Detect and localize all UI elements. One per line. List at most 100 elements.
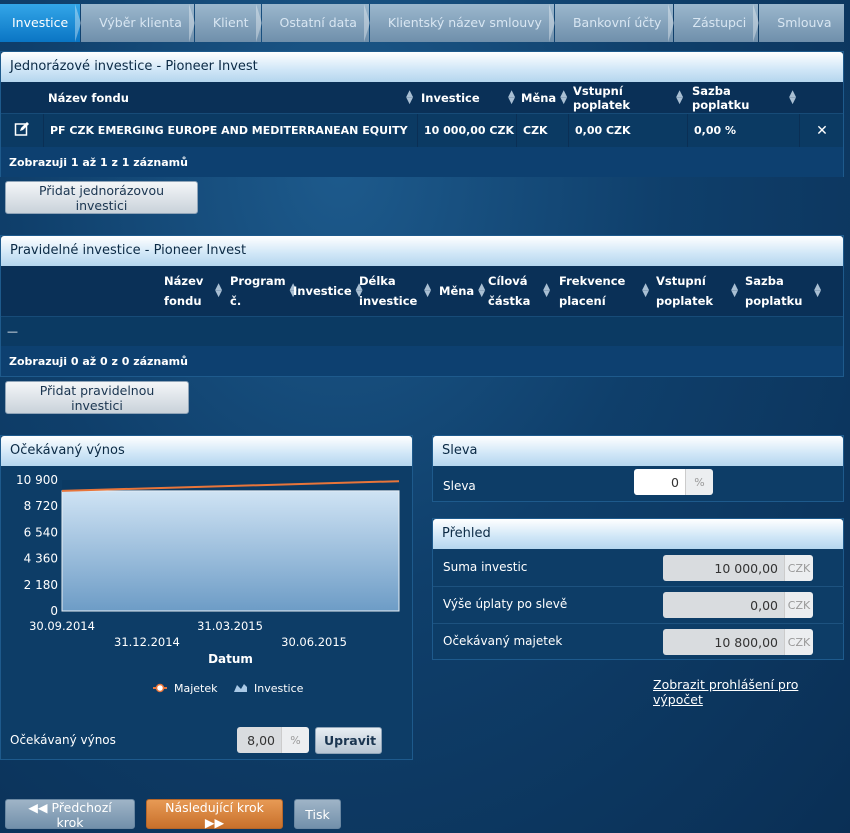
y-tick-label: 2 180	[24, 578, 58, 592]
col-currency[interactable]: Měna ▲ ▼	[521, 82, 567, 113]
overview-label: Očekávaný majetek	[443, 634, 563, 648]
tab-vyber-klienta[interactable]: Výběr klienta	[81, 4, 195, 42]
empty-cell: —	[7, 325, 18, 338]
panel-title: Sleva	[433, 436, 843, 466]
table-header: Název fondu ▲ ▼ Program č. ▲ ▼ Investice ▲ ▼ Dél…	[1, 266, 843, 316]
col-program[interactable]: Program č. ▲ ▼	[230, 266, 297, 316]
single-investments-panel: Jednorázové investice - Pioneer Invest N…	[0, 51, 844, 177]
tab-klient[interactable]: Klient	[194, 4, 262, 42]
legend-investice-swatch	[234, 684, 247, 692]
sort-icon: ▲ ▼	[560, 88, 568, 106]
tab-bankovni-ucty[interactable]: Bankovní účty	[554, 4, 675, 42]
delete-cell: ✕	[800, 114, 844, 147]
previous-step-button[interactable]: ◀◀ Předchozí krok	[5, 799, 135, 830]
overview-label: Suma investic	[443, 560, 528, 574]
col-entry-fee[interactable]: Vstupní poplatek ▲ ▼	[656, 266, 738, 316]
panel-title: Pravidelné investice - Pioneer Invest	[1, 236, 843, 266]
legend-majetek-label: Majetek	[174, 682, 218, 695]
yield-unit: %	[281, 727, 309, 753]
sort-icon: ▲ ▼	[676, 88, 683, 106]
tab-smlouva[interactable]: Smlouva	[759, 4, 844, 42]
calculation-statement-link[interactable]: Zobrazit prohlášení pro výpočet	[653, 677, 850, 707]
col-fund-name[interactable]: Název fondu ▲ ▼	[164, 266, 222, 316]
panel-title: Jednorázové investice - Pioneer Invest	[1, 52, 843, 82]
series-investice-area	[61, 490, 400, 612]
col-fund-name[interactable]: Název fondu ▲ ▼	[48, 82, 413, 113]
x-tick-label: 30.09.2014	[29, 619, 95, 633]
expected-assets-field: 10 800,00	[663, 629, 784, 655]
col-fee-rate[interactable]: Sazba poplatku ▲ ▼	[692, 82, 796, 113]
sort-icon: ▲ ▼	[789, 88, 796, 106]
x-axis-label: Datum	[208, 652, 253, 666]
overview-panel: Přehled Suma investic 10 000,00 CZK Výše…	[432, 518, 844, 660]
sort-icon: ▲ ▼	[424, 282, 431, 299]
sort-icon: ▲ ▼	[406, 88, 413, 106]
x-tick-label: 31.12.2014	[114, 635, 180, 649]
col-investment[interactable]: Investice ▲ ▼	[293, 266, 363, 316]
table-header: Název fondu ▲ ▼ Investice ▲ ▼ Měna ▲ ▼ Vstupní…	[1, 82, 843, 113]
panel-title: Očekávaný výnos	[1, 436, 412, 466]
legend-majetek-marker	[155, 683, 165, 693]
sort-icon: ▲ ▼	[543, 282, 550, 299]
cell-fee-rate: 0,00 %	[688, 114, 800, 147]
tab-investice[interactable]: Investice	[0, 4, 82, 42]
sort-icon: ▲ ▼	[642, 282, 649, 299]
y-tick-label: 10 900	[16, 473, 58, 487]
close-icon[interactable]: ✕	[816, 123, 828, 139]
sort-icon: ▲ ▼	[508, 88, 515, 106]
col-frequency[interactable]: Frekvence placení ▲ ▼	[559, 266, 649, 316]
currency-unit: CZK	[784, 629, 813, 655]
tab-nazev-smlouvy[interactable]: Klientský název smlouvy	[369, 4, 555, 42]
sort-icon: ▲ ▼	[731, 282, 738, 299]
double-right-arrow-icon: ▶▶	[204, 815, 225, 830]
col-target-amount[interactable]: Cílová částka ▲ ▼	[488, 266, 550, 316]
expected-yield-panel: Očekávaný výnos 0 2 180 4 360 6 540 8 720 10 …	[0, 435, 413, 760]
discount-input[interactable]: 0	[634, 469, 685, 495]
yield-input[interactable]: 8,00	[237, 727, 281, 753]
legend-investice-label: Investice	[254, 682, 304, 695]
cell-fund: PF CZK EMERGING EUROPE AND MEDITERRANEAN…	[44, 114, 418, 147]
wizard-tabs: Investice Výběr klienta Klient Ostatní d…	[0, 4, 845, 42]
table-row-empty: —	[1, 316, 843, 346]
table-row: PF CZK EMERGING EUROPE AND MEDITERRANEAN…	[1, 113, 843, 147]
add-single-investment-button[interactable]: Přidat jednorázovou investici	[5, 181, 198, 214]
discount-unit: %	[685, 469, 713, 495]
discount-label: Sleva	[443, 479, 476, 493]
yield-chart: 0 2 180 4 360 6 540 8 720 10 900 30.09.2014 31.…	[16, 473, 400, 695]
currency-unit: CZK	[784, 592, 813, 618]
tab-ostatni-data[interactable]: Ostatní data	[261, 4, 370, 42]
panel-title: Přehled	[433, 519, 843, 549]
edit-icon[interactable]	[14, 121, 30, 140]
sum-investments-field: 10 000,00	[663, 555, 784, 581]
cell-entry-fee: 0,00 CZK	[569, 114, 688, 147]
yield-label: Očekávaný výnos	[10, 733, 116, 747]
sort-icon: ▲ ▼	[478, 282, 486, 299]
col-length[interactable]: Délka investice ▲ ▼	[359, 266, 431, 316]
edit-cell	[1, 114, 44, 147]
next-step-button[interactable]: Následující krok ▶▶	[146, 799, 283, 830]
cell-investment: 10 000,00 CZK	[418, 114, 517, 147]
overview-label: Výše úplaty po slevě	[443, 597, 568, 611]
edit-yield-button[interactable]: Upravit	[315, 727, 382, 754]
col-currency[interactable]: Měna ▲ ▼	[439, 266, 485, 316]
fee-after-discount-field: 0,00	[663, 592, 784, 618]
y-tick-label: 8 720	[24, 499, 58, 513]
double-left-arrow-icon: ◀◀	[28, 800, 48, 815]
print-button[interactable]: Tisk	[294, 799, 341, 829]
x-tick-label: 30.06.2015	[281, 635, 347, 649]
discount-panel: Sleva Sleva 0 %	[432, 435, 844, 502]
cell-currency: CZK	[517, 114, 569, 147]
currency-unit: CZK	[784, 555, 813, 581]
col-entry-fee[interactable]: Vstupní poplatek ▲ ▼	[573, 82, 683, 113]
sort-icon: ▲ ▼	[215, 282, 222, 299]
add-regular-investment-button[interactable]: Přidat pravidelnou investici	[5, 381, 189, 414]
col-investment[interactable]: Investice ▲ ▼	[421, 82, 515, 113]
regular-investments-panel: Pravidelné investice - Pioneer Invest Ná…	[0, 235, 844, 377]
table-info: Zobrazuji 1 až 1 z 1 záznamů	[1, 147, 843, 177]
tab-zastupci[interactable]: Zástupci	[674, 4, 760, 42]
col-fee-rate[interactable]: Sazba poplatku ▲ ▼	[745, 266, 821, 316]
x-tick-label: 31.03.2015	[197, 619, 263, 633]
table-info: Zobrazuji 0 až 0 z 0 záznamů	[1, 346, 843, 376]
y-tick-label: 6 540	[24, 525, 58, 539]
sort-icon: ▲ ▼	[814, 282, 821, 299]
